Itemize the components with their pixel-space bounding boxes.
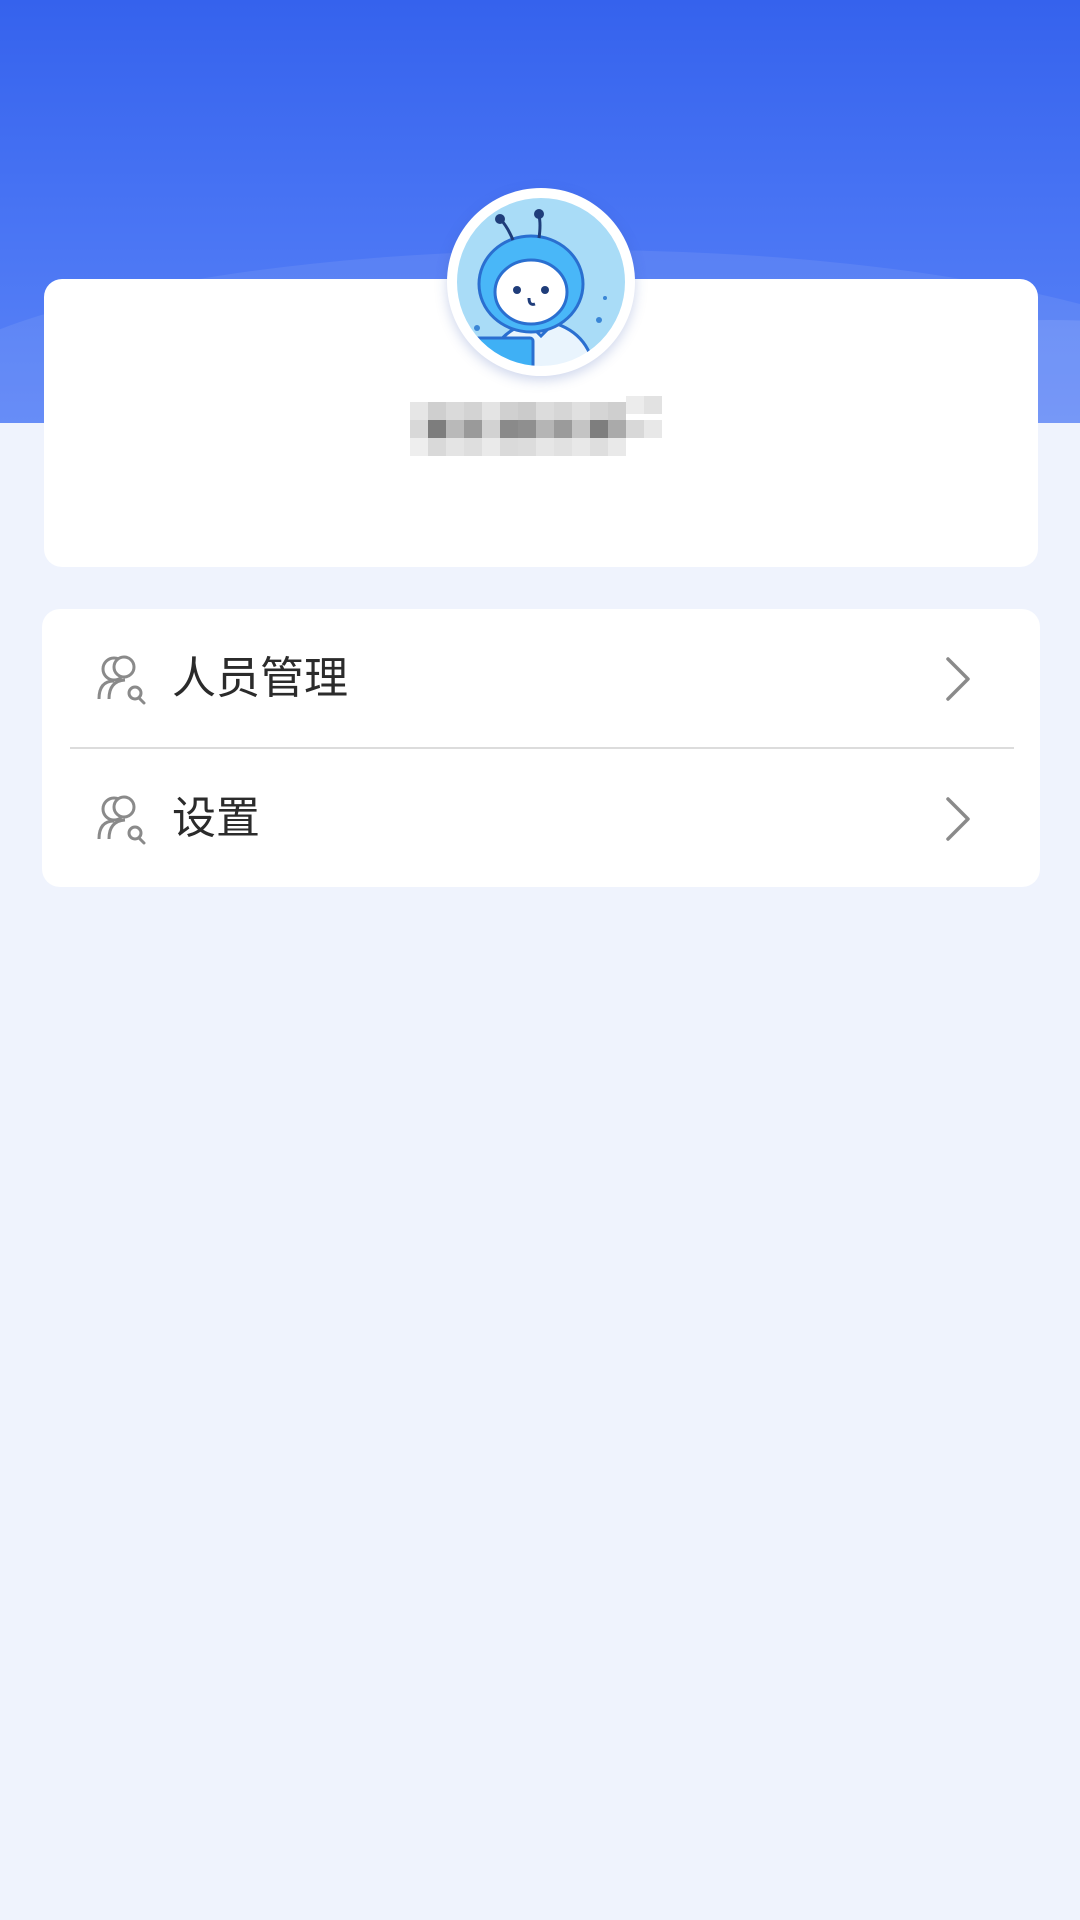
menu-item-settings[interactable]: 设置: [42, 749, 1040, 888]
menu-item-label: 人员管理: [172, 653, 348, 704]
menu-card: 人员管理 设置: [42, 609, 1040, 887]
avatar[interactable]: [447, 188, 635, 376]
menu-item-label: 设置: [172, 793, 260, 844]
menu-item-personnel-management[interactable]: 人员管理: [42, 609, 1040, 749]
cartoon-mascot-avatar-icon: [453, 194, 629, 370]
username-blurred: [410, 396, 672, 456]
chevron-right-icon: [946, 797, 970, 841]
chevron-right-icon: [946, 657, 970, 701]
people-search-icon: [97, 795, 146, 845]
people-search-icon: [97, 655, 146, 705]
